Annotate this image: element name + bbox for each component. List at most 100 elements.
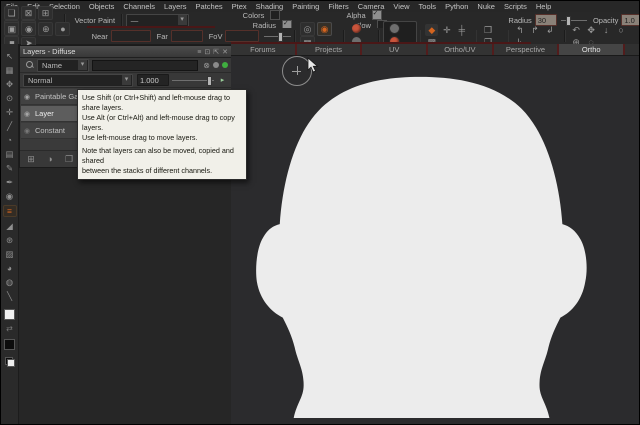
tool-icon[interactable]: ✥	[4, 79, 16, 89]
panel-window-icon[interactable]: ≡	[197, 49, 201, 56]
reset-colors-icon[interactable]	[5, 357, 15, 367]
tool-icon[interactable]: ╱	[4, 121, 16, 131]
bake-icon[interactable]: ↰	[513, 24, 526, 36]
canvas-svg	[231, 55, 639, 424]
layer-search-input[interactable]	[92, 60, 198, 71]
toolbar-icon[interactable]: ●	[55, 22, 70, 36]
near-field[interactable]	[111, 30, 151, 42]
tool-icon[interactable]: ⊙	[4, 93, 16, 103]
toolbar-toggle[interactable]: Alpha	[340, 10, 381, 20]
foreground-color-swatch[interactable]	[4, 309, 15, 320]
toolbar-toggle[interactable]: Colors	[237, 10, 281, 20]
viewport-tab[interactable]: Projects	[297, 44, 363, 55]
tool-icon[interactable]: ◕	[4, 263, 16, 273]
tool-icon[interactable]: ◔	[4, 135, 16, 145]
filter-all-dot-icon[interactable]	[213, 62, 219, 68]
panel-window-icon[interactable]: ⊡	[204, 49, 210, 56]
toolbar-icon[interactable]: ⊕	[38, 22, 53, 36]
menu-item[interactable]: Layers	[164, 2, 187, 11]
divider	[476, 30, 478, 42]
toolbar-icon[interactable]: ◉	[21, 22, 36, 36]
transform-icon[interactable]: ↓	[600, 24, 613, 36]
tool-icon[interactable]: ◉	[4, 191, 16, 201]
toolbar-icon[interactable]: ◉	[317, 22, 332, 36]
viewport-tabs: ForumsProjectsUVOrtho/UVPerspectiveOrtho	[231, 44, 625, 55]
checkbox[interactable]	[270, 10, 280, 20]
symmetry-icon[interactable]: ◆	[425, 24, 438, 36]
blend-mode-select[interactable]: Normal	[23, 74, 133, 87]
swap-colors-icon[interactable]: ⇄	[6, 324, 13, 333]
tool-icon[interactable]: ▤	[4, 149, 16, 159]
far-field[interactable]	[171, 30, 203, 42]
divider	[294, 30, 296, 42]
layer-action-icon[interactable]: ⊞	[25, 153, 37, 165]
filter-visible-dot-icon[interactable]	[222, 62, 228, 68]
layer-action-icon[interactable]: ❐	[63, 153, 75, 165]
clear-search-icon[interactable]: ⊗	[203, 61, 210, 70]
menu-item[interactable]: Nuke	[477, 2, 495, 11]
bake-icon[interactable]: ↲	[543, 24, 556, 36]
tool-icon[interactable]: ✎	[4, 163, 16, 173]
visibility-eye-icon[interactable]: ◉	[21, 127, 33, 135]
toolbar-icon[interactable]: ▣	[4, 22, 19, 36]
visibility-eye-icon[interactable]: ◉	[21, 93, 33, 101]
menu-item[interactable]: Help	[536, 2, 551, 11]
menu-item[interactable]: Objects	[89, 2, 114, 11]
viewport-tab[interactable]: Forums	[231, 44, 297, 55]
tooltip-line: between the stacks of different channels…	[82, 166, 242, 176]
transform-icon[interactable]: ↶	[570, 24, 583, 36]
viewport-tab[interactable]: UV	[362, 44, 428, 55]
expand-arrow-icon[interactable]: ▸	[218, 74, 227, 86]
viewport-tab[interactable]: Perspective	[494, 44, 560, 55]
menu-item[interactable]: Channels	[123, 2, 155, 11]
background-color-swatch[interactable]	[4, 339, 15, 350]
fov-slider[interactable]	[264, 31, 291, 41]
symmetry-icon[interactable]: ╪	[455, 24, 468, 36]
slider-handle[interactable]	[278, 32, 283, 42]
divider	[121, 14, 123, 26]
model-head-silhouette[interactable]	[256, 77, 587, 418]
brush-preset-select[interactable]: —	[126, 14, 189, 27]
filter-mode-select[interactable]: Name	[37, 59, 89, 72]
tool-icon[interactable]: ◢	[4, 221, 16, 231]
divider	[508, 30, 510, 42]
tool-icon[interactable]: ╲	[4, 291, 16, 301]
symmetry-icon[interactable]: ✛	[440, 24, 453, 36]
tool-icon[interactable]: ◍	[4, 277, 16, 287]
tool-icon[interactable]: ⊛	[4, 235, 16, 245]
visibility-eye-icon[interactable]: ◉	[21, 110, 33, 118]
paint-mode-icon[interactable]	[389, 23, 400, 34]
toolbar-icon[interactable]: ⊞	[38, 6, 53, 20]
tool-icon[interactable]: ▨	[4, 249, 16, 259]
blend-amount-slider[interactable]	[172, 75, 214, 85]
fov-field[interactable]	[225, 30, 258, 42]
bake-icon[interactable]: ↱	[528, 24, 541, 36]
slider-handle[interactable]	[207, 76, 212, 86]
paint-canvas[interactable]	[231, 55, 639, 424]
transform-icon[interactable]: ✥	[585, 24, 598, 36]
toolbar-icon[interactable]: ◎	[300, 22, 315, 36]
toolbar-icon[interactable]: ⊠	[21, 6, 36, 20]
viewport-tab[interactable]: Ortho	[559, 44, 625, 55]
paint-buffer-icon[interactable]	[351, 23, 362, 34]
layers-panel-titlebar[interactable]: Layers - Diffuse ≡⊡⇱✕	[20, 46, 231, 58]
layers-filter-row: Name ⊗	[20, 58, 231, 73]
tool-icon[interactable]: ≡	[3, 205, 17, 217]
viewport-tab[interactable]: Ortho/UV	[428, 44, 494, 55]
divider	[420, 30, 422, 42]
menu-item[interactable]: Scripts	[504, 2, 527, 11]
stamp-icon[interactable]: ❒	[481, 24, 494, 36]
tool-icon[interactable]: ✛	[4, 107, 16, 117]
toggle-label: Alpha	[346, 11, 365, 20]
tool-icon[interactable]: ✒	[4, 177, 16, 187]
transform-icon[interactable]: ○	[615, 24, 628, 36]
panel-window-icon[interactable]: ✕	[222, 49, 228, 56]
tools-list: ↖ ▦ ✥ ⊙ ✛ ╱ ◔ ▤ ✎ ✒ ◉ ≡ ◢ ⊛ ▨ ◕ ◍ ╲	[3, 51, 17, 301]
checkbox[interactable]	[372, 10, 382, 20]
tool-icon[interactable]: ▦	[4, 65, 16, 75]
panel-window-icon[interactable]: ⇱	[213, 49, 219, 56]
toolbar-icon[interactable]: ❏	[4, 6, 19, 20]
tool-icon[interactable]: ↖	[4, 51, 16, 61]
blend-amount-field[interactable]: 1.000	[137, 74, 169, 86]
layer-action-icon[interactable]: ◑	[44, 153, 56, 165]
